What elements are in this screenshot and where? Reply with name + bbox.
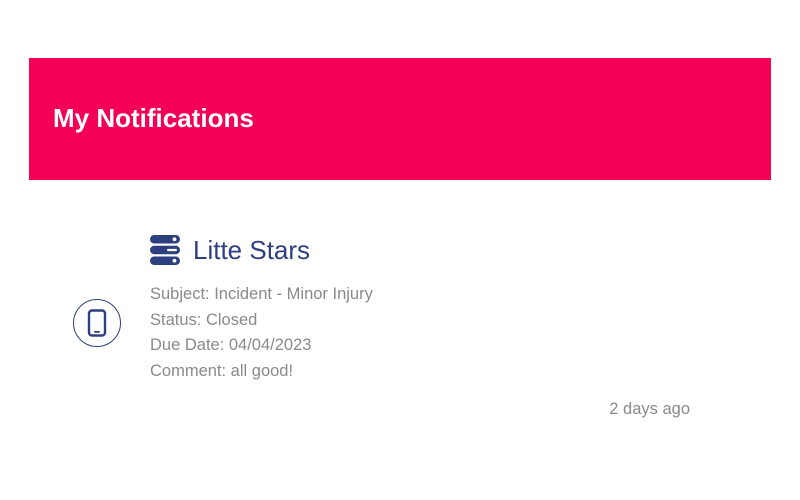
notification-status: Status: Closed — [150, 310, 258, 329]
notification-due-date: Due Date: 04/04/2023 — [150, 336, 312, 354]
notification-item[interactable]: Litte Stars Subject: Incident - Minor In… — [29, 180, 771, 460]
server-stack-icon — [150, 235, 180, 265]
notifications-page: My Notifications Litte Stars Subject: In… — [0, 0, 800, 500]
mobile-phone-icon — [73, 299, 121, 347]
notification-org: Litte Stars — [150, 232, 310, 268]
org-name: Litte Stars — [193, 235, 311, 265]
page-header: My Notifications — [29, 58, 771, 180]
notification-details: Subject: Incident - Minor Injury Status:… — [150, 282, 373, 384]
notification-comment: Comment: all good! — [150, 361, 294, 380]
page-title: My Notifications — [53, 103, 254, 133]
notification-timestamp: 2 days ago — [609, 400, 690, 418]
notification-subject: Subject: Incident - Minor Injury — [150, 285, 373, 303]
